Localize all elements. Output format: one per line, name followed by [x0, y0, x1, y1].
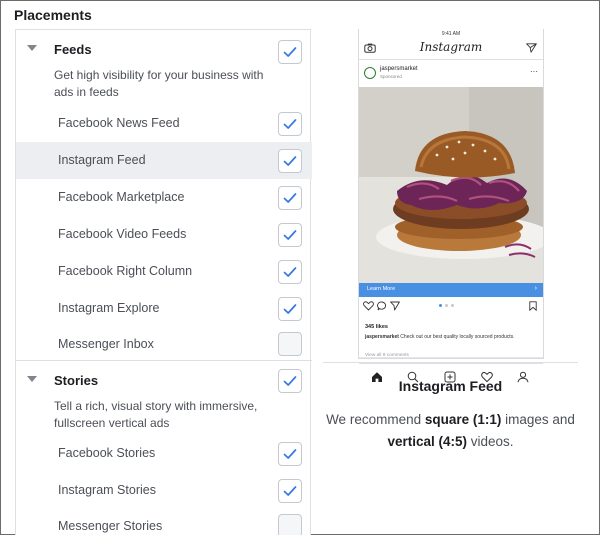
- post-account: jaspersmarket: [380, 66, 418, 72]
- placement-row-facebook-stories[interactable]: Facebook Stories: [16, 435, 312, 472]
- checkbox-facebook-video-feeds[interactable]: [278, 223, 302, 247]
- checkbox-stories[interactable]: [278, 369, 302, 393]
- carousel-dots: [439, 304, 463, 307]
- placement-label: Facebook News Feed: [58, 116, 180, 130]
- placement-label: Messenger Stories: [58, 519, 163, 533]
- avatar: [364, 67, 376, 79]
- checkbox-facebook-stories[interactable]: [278, 442, 302, 466]
- checkbox-instagram-feed[interactable]: [278, 149, 302, 173]
- placement-label: Instagram Stories: [58, 483, 156, 497]
- section-divider: [16, 360, 312, 361]
- comment-icon[interactable]: [377, 301, 387, 311]
- caret-down-icon[interactable]: [27, 45, 37, 51]
- section-header-feeds[interactable]: Feeds: [16, 32, 312, 68]
- caption-account: jaspersmarket: [365, 334, 399, 340]
- checkbox-facebook-marketplace[interactable]: [278, 186, 302, 210]
- view-comments-link[interactable]: View all 9 comments: [365, 353, 409, 358]
- placement-row-facebook-right-column[interactable]: Facebook Right Column: [16, 253, 312, 290]
- checkbox-instagram-explore[interactable]: [278, 297, 302, 321]
- checkbox-feeds[interactable]: [278, 40, 302, 64]
- desc-part: We recommend: [326, 412, 425, 427]
- ad-image-burger: [359, 87, 543, 283]
- checkmark-icon: [283, 449, 297, 459]
- desc-bold: vertical (4:5): [387, 434, 467, 449]
- phone-header-divider: [359, 59, 543, 60]
- learn-more-button[interactable]: Learn More ›: [359, 283, 543, 297]
- checkmark-icon: [283, 47, 297, 57]
- placement-row-facebook-news-feed[interactable]: Facebook News Feed: [16, 105, 312, 142]
- likes-count: 345 likes: [365, 324, 388, 330]
- placement-label: Facebook Right Column: [58, 264, 193, 278]
- placement-label: Facebook Stories: [58, 446, 156, 460]
- phone-nav-divider: [359, 363, 543, 364]
- caret-down-icon[interactable]: [27, 376, 37, 382]
- checkbox-facebook-news-feed[interactable]: [278, 112, 302, 136]
- ad-preview-phone: 9:41 AM Instagram jaspersmarket Sponsore…: [359, 29, 543, 383]
- preview-description: We recommend square (1:1) images and ver…: [323, 409, 578, 453]
- checkbox-messenger-inbox[interactable]: [278, 332, 302, 356]
- section-label-stories: Stories: [54, 373, 99, 388]
- checkmark-icon: [283, 267, 297, 277]
- checkmark-icon: [283, 304, 297, 314]
- preview-title: Instagram Feed: [398, 378, 503, 394]
- checkmark-icon: [283, 376, 297, 386]
- more-options-icon: ⋯: [530, 67, 538, 76]
- post-caption: jaspersmarket Check out our best quality…: [365, 334, 540, 341]
- placement-label: Instagram Feed: [58, 153, 146, 167]
- desc-bold: square (1:1): [424, 412, 502, 427]
- phone-status-time: 9:41 AM: [441, 31, 461, 37]
- placement-row-instagram-feed[interactable]: Instagram Feed: [16, 142, 312, 179]
- placements-panel: Feeds Get high visibility for your busin…: [15, 29, 312, 535]
- placement-label: Instagram Explore: [58, 301, 160, 315]
- checkmark-icon: [283, 486, 297, 496]
- section-header-stories[interactable]: Stories: [16, 363, 312, 399]
- placement-label: Facebook Marketplace: [58, 190, 185, 204]
- placement-row-facebook-video-feeds[interactable]: Facebook Video Feeds: [16, 216, 312, 253]
- checkmark-icon: [283, 193, 297, 203]
- checkmark-icon: [283, 156, 297, 166]
- placement-row-facebook-marketplace[interactable]: Facebook Marketplace: [16, 179, 312, 216]
- checkbox-instagram-stories[interactable]: [278, 479, 302, 503]
- placement-label: Facebook Video Feeds: [58, 227, 187, 241]
- caption-text: Check out our best quality locally sourc…: [398, 334, 515, 340]
- placement-row-messenger-stories[interactable]: Messenger Stories: [16, 508, 312, 535]
- section-description-stories: Tell a rich, visual story with immersive…: [54, 399, 258, 430]
- post-sponsored: Sponsored: [380, 74, 402, 79]
- heart-icon[interactable]: [363, 301, 374, 311]
- instagram-wordmark: Instagram: [419, 40, 483, 54]
- checkbox-messenger-stories[interactable]: [278, 514, 302, 535]
- placement-row-instagram-explore[interactable]: Instagram Explore: [16, 290, 312, 327]
- placement-label: Messenger Inbox: [58, 337, 154, 351]
- share-icon[interactable]: [390, 301, 400, 311]
- placement-row-instagram-stories[interactable]: Instagram Stories: [16, 472, 312, 509]
- bookmark-icon[interactable]: [529, 301, 537, 311]
- send-icon: [526, 43, 537, 53]
- checkmark-icon: [283, 119, 297, 129]
- checkbox-facebook-right-column[interactable]: [278, 260, 302, 284]
- placement-row-messenger-inbox[interactable]: Messenger Inbox: [16, 326, 312, 363]
- desc-part: images and: [501, 412, 575, 427]
- checkmark-icon: [283, 230, 297, 240]
- chevron-right-icon: ›: [534, 285, 537, 292]
- section-label-feeds: Feeds: [54, 42, 92, 57]
- learn-more-label: Learn More: [367, 286, 396, 292]
- preview-divider: [323, 362, 578, 363]
- page-title: Placements: [14, 7, 92, 23]
- section-description-feeds: Get high visibility for your business wi…: [54, 68, 264, 99]
- desc-part: videos.: [467, 434, 514, 449]
